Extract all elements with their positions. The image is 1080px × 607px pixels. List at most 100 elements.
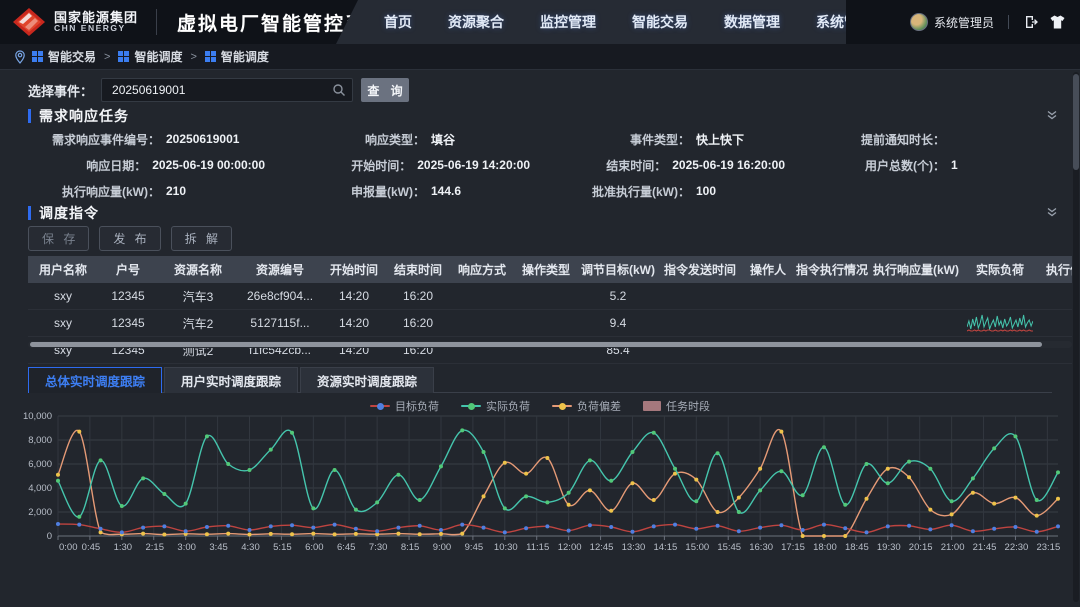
legend-dot [468,403,475,410]
brand-block: 国家能源集团 CHN ENERGY 虚拟电厂智能管控系统 [0,7,387,37]
app-window: 国家能源集团 CHN ENERGY 虚拟电厂智能管控系统 首页资源聚合监控管理智… [0,0,1080,607]
section-accent-bar [28,109,31,123]
breadcrumb-item-2[interactable]: 智能调度 [118,48,182,65]
table-cell: 26e8cf904... [238,289,322,303]
avatar [910,13,928,31]
nav-item-1[interactable]: 首页 [366,12,430,32]
table-cell: 12345 [98,316,158,330]
svg-text:12:00: 12:00 [558,542,582,553]
query-button[interactable]: 查 询 [361,78,409,102]
column-header: 户号 [98,261,158,278]
collapse-dispatch-icon[interactable] [1046,205,1058,223]
field-label: 开始时间： [265,157,411,174]
table-cell: 汽车3 [158,288,238,305]
field-value: 100 [690,184,716,198]
svg-text:13:30: 13:30 [622,542,646,553]
top-header: 国家能源集团 CHN ENERGY 虚拟电厂智能管控系统 首页资源聚合监控管理智… [0,0,1080,44]
column-header: 执行响应量(kW) [870,261,962,278]
field-value: 填谷 [425,131,455,148]
svg-text:15:45: 15:45 [717,542,741,553]
table-row[interactable]: sxy12345汽车25127115f...14:2016:209.4 [28,310,1072,337]
table-cell [962,310,1038,337]
svg-text:10,000: 10,000 [23,411,52,422]
column-header: 资源名称 [158,261,238,278]
task-fields: 需求响应事件编号：20250619001 响应类型：填谷 事件类型：快上快下 提… [0,126,1060,204]
grid-icon [205,51,216,62]
divider [1008,15,1009,29]
svg-text:4,000: 4,000 [28,483,52,494]
field-value: 2025-06-19 14:20:00 [411,158,530,172]
table-cell: 5.2 [578,289,658,303]
legend-line-swatch [461,405,481,407]
theme-skin-icon[interactable] [1049,14,1066,30]
field-label: 响应类型： [265,131,425,148]
field-value: 2025-06-19 16:20:00 [666,158,785,172]
tab-overall-tracking[interactable]: 总体实时调度跟踪 [28,367,162,393]
event-input[interactable] [102,83,352,97]
table-cell: 9.4 [578,316,658,330]
column-header: 调节目标(kW) [578,261,658,278]
svg-text:14:15: 14:15 [653,542,677,553]
breadcrumb: 智能交易>智能调度>智能调度 [0,44,1080,70]
field-value: 210 [160,184,186,198]
actual-load-sparkline [967,310,1033,334]
field-label: 提前通知时长： [785,131,945,148]
field-label: 结束时间： [530,157,666,174]
scrollbar-thumb[interactable] [30,342,1042,347]
svg-text:21:45: 21:45 [973,542,997,553]
column-header: 响应方式 [450,261,514,278]
svg-text:6:45: 6:45 [337,542,356,553]
svg-text:19:30: 19:30 [877,542,901,553]
chart-canvas: 02,0004,0006,0008,00010,0000:000:451:302… [18,410,1064,562]
field-value: 20250619001 [160,132,239,146]
svg-text:10:30: 10:30 [494,542,518,553]
svg-text:11:15: 11:15 [526,542,549,553]
decompose-button[interactable]: 拆 解 [171,226,232,251]
svg-text:3:00: 3:00 [177,542,196,553]
field-value: 144.6 [425,184,461,198]
table-cell: sxy [28,289,98,303]
breadcrumb-separator: > [104,51,110,63]
scrollbar-thumb[interactable] [1073,74,1079,170]
field-label: 响应日期： [0,157,146,174]
breadcrumb-item-1[interactable]: 智能交易 [32,48,96,65]
collapse-task-icon[interactable] [1046,108,1058,126]
table-cell: 5127115f... [238,316,322,330]
save-button[interactable]: 保 存 [28,226,89,251]
column-header: 开始时间 [322,261,386,278]
nav-item-2[interactable]: 资源聚合 [430,12,522,32]
breadcrumb-items: 智能交易>智能调度>智能调度 [32,48,269,65]
event-select-field[interactable] [101,78,353,102]
location-pin-icon [14,50,26,64]
field-label: 执行响应量(kW)： [0,183,160,200]
field-value: 2025-06-19 00:00:00 [146,158,265,172]
field-label: 需求响应事件编号： [0,131,160,148]
column-header: 指令执行情况 [794,261,870,278]
nav-item-6[interactable]: 系统管理 [798,12,890,32]
search-icon[interactable] [332,83,346,102]
field-label: 批准执行量(kW)： [530,183,690,200]
breadcrumb-item-3[interactable]: 智能调度 [205,48,269,65]
tab-resource-tracking[interactable]: 资源实时调度跟踪 [300,367,434,393]
event-filter-row: 选择事件： 查 询 [28,78,409,102]
main-content: 选择事件： 查 询 需求响应任务 需求响应事件编号：20250619001 响应… [0,70,1080,607]
section-dispatch-header: 调度指令 [28,203,99,223]
legend-dot [559,403,566,410]
svg-text:22:30: 22:30 [1005,542,1029,553]
user-menu[interactable]: 系统管理员 [910,13,994,31]
column-header: 操作人 [742,261,794,278]
nav-item-5[interactable]: 数据管理 [706,12,798,32]
user-zone: 系统管理员 [910,0,1066,44]
nav-item-3[interactable]: 监控管理 [522,12,614,32]
tab-user-tracking[interactable]: 用户实时调度跟踪 [164,367,298,393]
publish-button[interactable]: 发 布 [99,226,160,251]
nav-item-4[interactable]: 智能交易 [614,12,706,32]
legend-line-swatch [370,405,390,407]
section-task-title: 需求响应任务 [39,106,129,126]
svg-text:8:15: 8:15 [401,542,420,553]
column-header: 执行偏差 [1038,261,1072,278]
table-row[interactable]: sxy12345汽车326e8cf904...14:2016:205.2 [28,283,1072,310]
user-name: 系统管理员 [934,14,994,31]
svg-text:0: 0 [47,531,52,542]
logout-icon[interactable] [1023,14,1039,30]
